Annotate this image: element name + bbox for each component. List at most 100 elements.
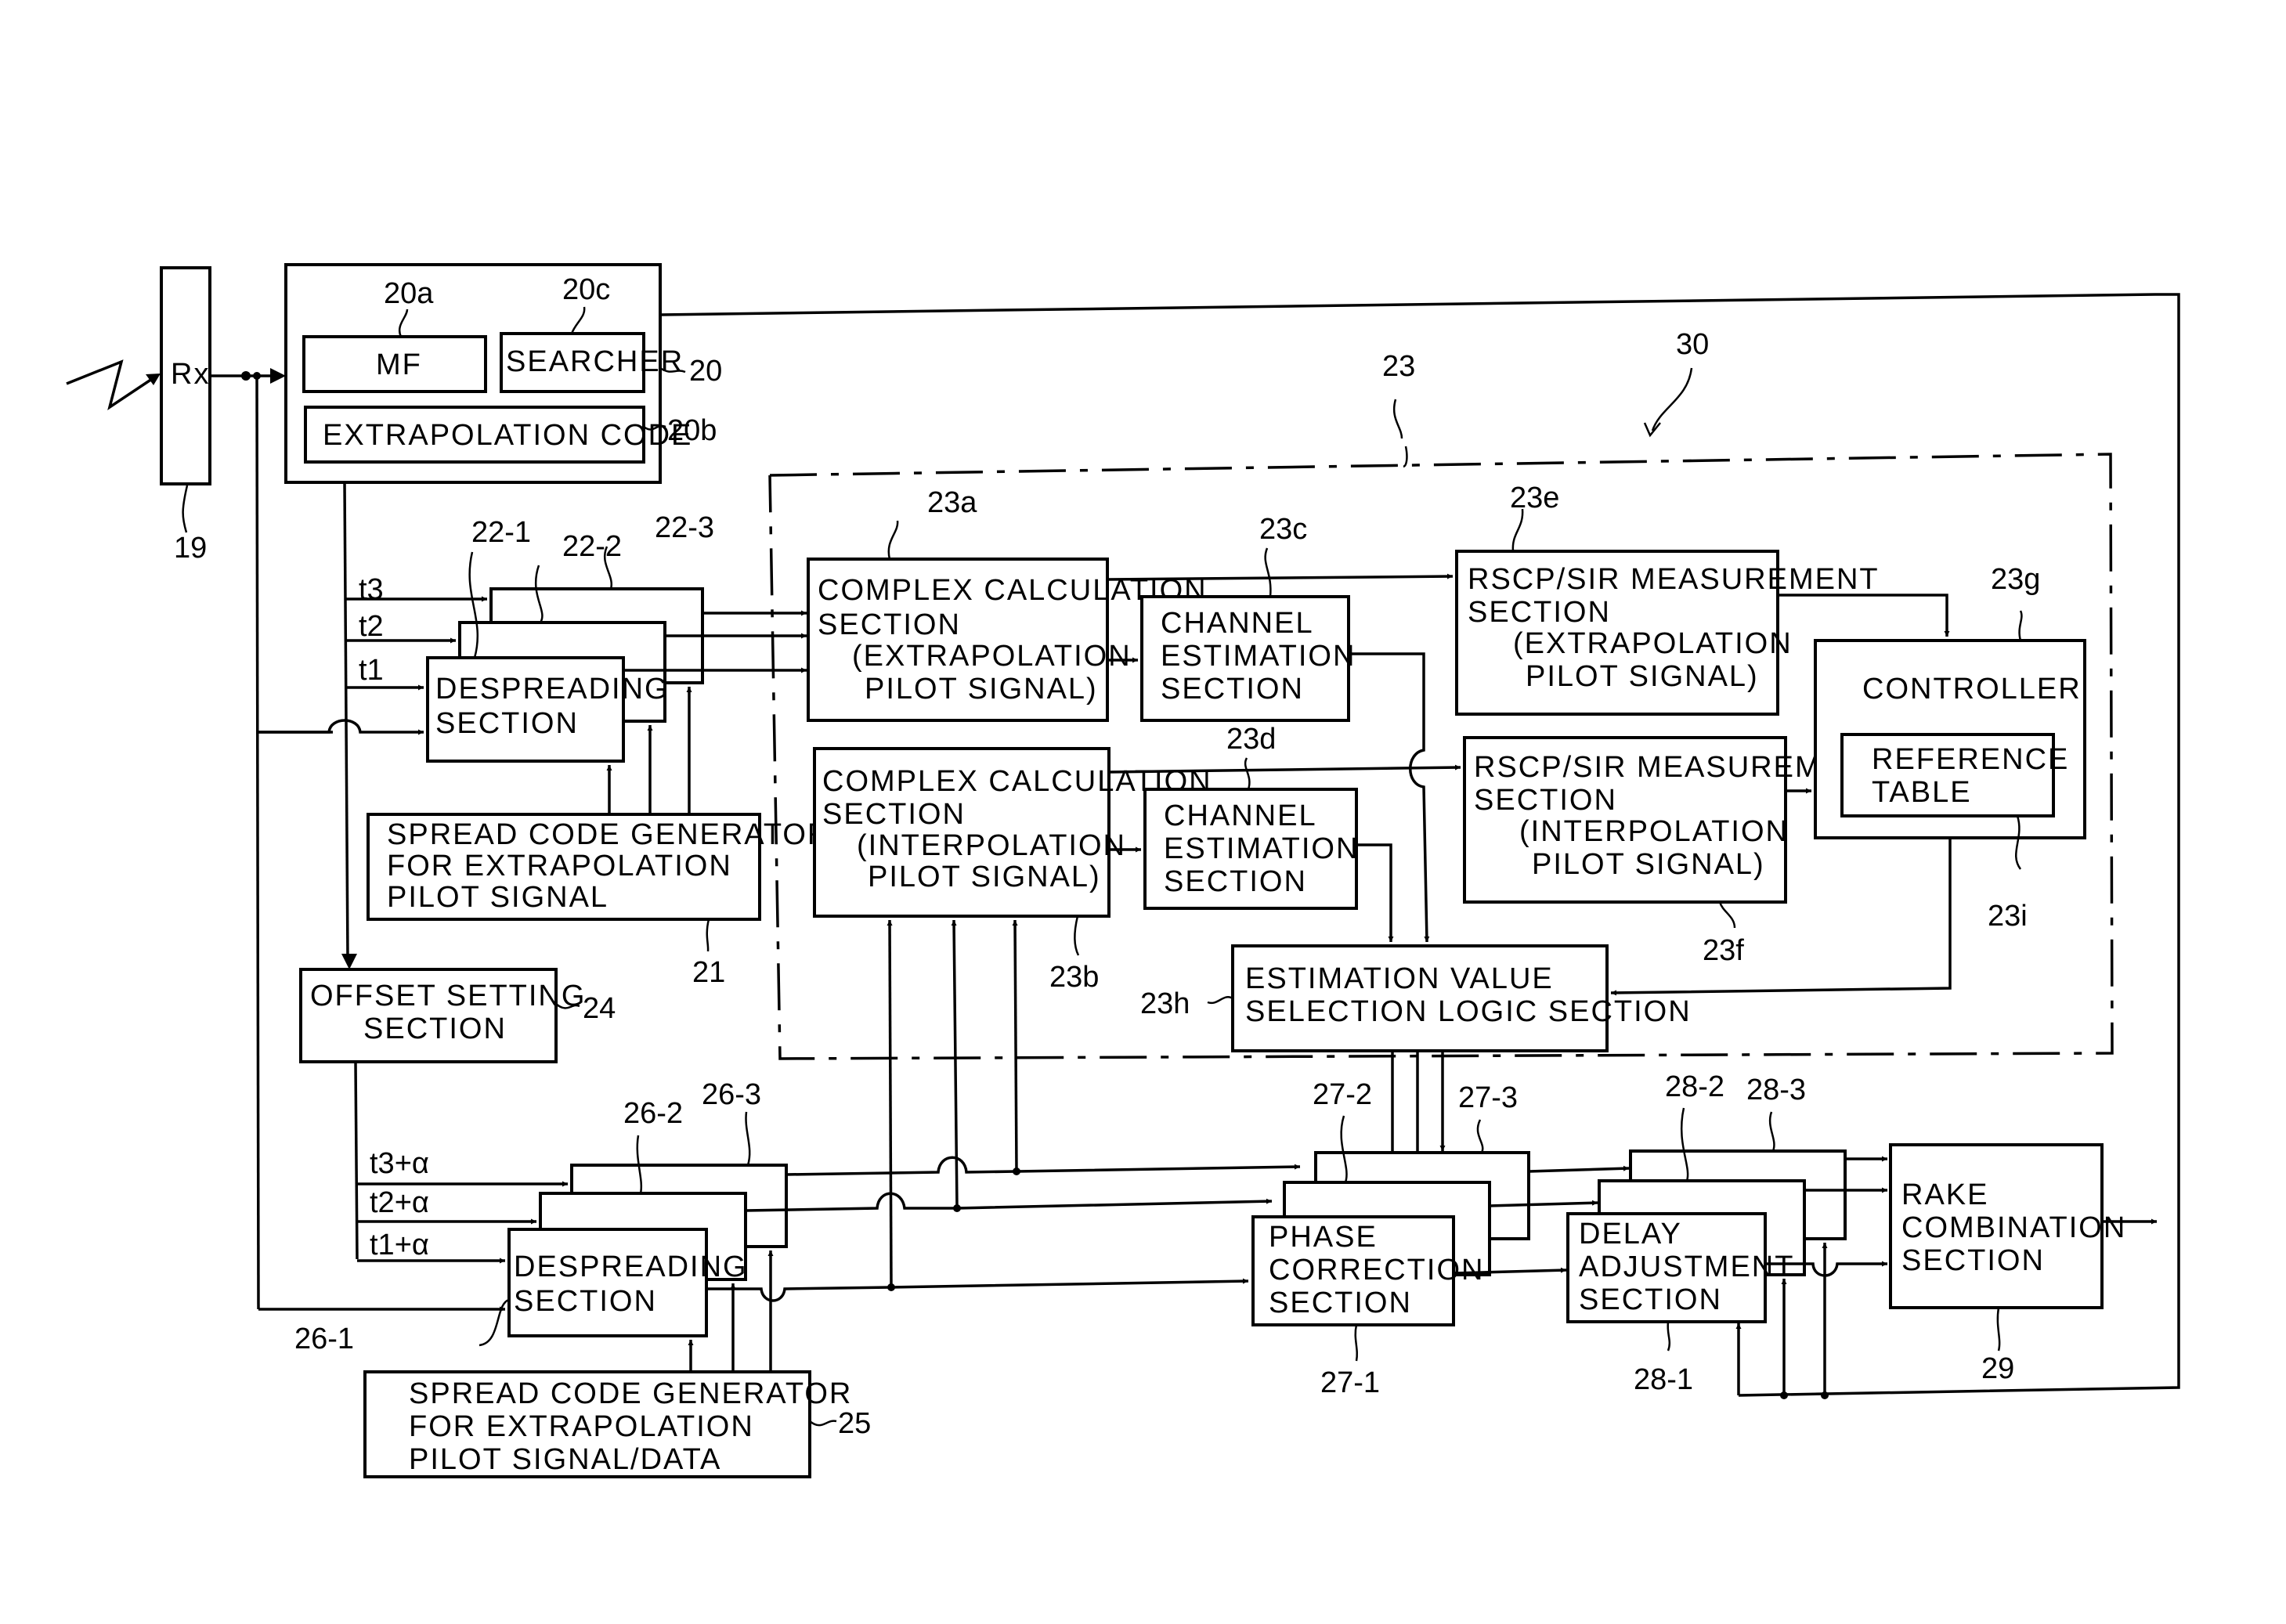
scg25-line1: SPREAD CODE GENERATOR — [409, 1377, 852, 1410]
ref-23: 23 — [1382, 350, 1415, 383]
ref-30: 30 — [1676, 328, 1709, 361]
ref-23i: 23i — [1988, 900, 2028, 933]
ref-20a: 20a — [384, 277, 434, 310]
spread-code-generator-25: SPREAD CODE GENERATOR FOR EXTRAPOLATION … — [363, 1370, 871, 1478]
signal-t2-alpha: t2+α — [370, 1186, 429, 1219]
ref-25: 25 — [838, 1407, 871, 1440]
ref-23d: 23d — [1226, 723, 1276, 756]
reftable-line1: REFERENCE — [1872, 743, 2069, 776]
scg25-line3: PILOT SIGNAL/DATA — [409, 1443, 721, 1476]
block-20: MF 20a SEARCHER 20c EXTRAPOLATION CODE 2… — [284, 263, 722, 484]
ref-24: 24 — [583, 992, 616, 1025]
channel-estimation-23d: CHANNEL ESTIMATION SECTION 23d — [1143, 723, 1359, 910]
ref-21: 21 — [692, 956, 725, 989]
controller-label: CONTROLLER — [1862, 673, 2082, 706]
ref-26-1: 26-1 — [294, 1323, 354, 1355]
delay-adjustment-stack: DELAY ADJUSTMENT SECTION 28-1 28-2 28-3 — [1566, 1070, 1847, 1396]
cc-inter-line3: (INTERPOLATION — [857, 829, 1126, 862]
offset-setting-section: OFFSET SETTING SECTION 24 — [299, 968, 616, 1063]
rake-line3: SECTION — [1901, 1244, 2045, 1277]
evsl-line2: SELECTION LOGIC SECTION — [1245, 995, 1692, 1028]
evsl-line1: ESTIMATION VALUE — [1245, 962, 1554, 995]
ce-d-line3: SECTION — [1164, 865, 1307, 898]
signal-t1: t1 — [359, 654, 384, 687]
rscp-f-line2: SECTION — [1474, 784, 1617, 817]
ref-27-1: 27-1 — [1320, 1366, 1380, 1399]
ref-20b: 20b — [667, 414, 717, 447]
ref-23f: 23f — [1703, 934, 1744, 967]
scg21-line1: SPREAD CODE GENERATOR — [387, 818, 830, 851]
estimation-value-selection-logic: ESTIMATION VALUE SELECTION LOGIC SECTION… — [1140, 944, 1692, 1052]
cc-extra-line4: PILOT SIGNAL) — [865, 673, 1098, 706]
ref-29: 29 — [1981, 1352, 2014, 1385]
rake-line2: COMBINATION — [1901, 1211, 2126, 1244]
ce-c-line1: CHANNEL — [1161, 607, 1314, 640]
rscp-e-line4: PILOT SIGNAL) — [1526, 660, 1759, 693]
spread-code-generator-21: SPREAD CODE GENERATOR FOR EXTRAPOLATION … — [367, 813, 830, 989]
offset-line2: SECTION — [363, 1012, 507, 1045]
rscp-f-line4: PILOT SIGNAL) — [1532, 848, 1765, 881]
signal-t3: t3 — [359, 573, 384, 606]
scg25-line2: FOR EXTRAPOLATION — [409, 1410, 754, 1443]
ref-19: 19 — [174, 532, 207, 565]
block-diagram: marker path { fill:#000; } Rx 19 MF 20a … — [66, 263, 2180, 1478]
ref-20c: 20c — [562, 273, 610, 306]
signal-t2: t2 — [359, 610, 384, 643]
ref-22-2: 22-2 — [562, 530, 622, 563]
rx-label: Rx — [171, 358, 210, 391]
despreading-26-stack: DESPREADING SECTION 26-1 26-2 26-3 — [294, 1078, 788, 1355]
rake-combination-section: RAKE COMBINATION SECTION 29 — [1889, 1143, 2126, 1385]
rscp-e-line2: SECTION — [1468, 596, 1611, 629]
da-line1: DELAY — [1579, 1218, 1682, 1250]
ref-26-2: 26-2 — [623, 1097, 683, 1130]
pc-line2: CORRECTION — [1269, 1254, 1484, 1287]
ref-30-arrow — [1651, 367, 1693, 431]
ref-28-3: 28-3 — [1746, 1074, 1806, 1106]
ref-27-3: 27-3 — [1458, 1081, 1518, 1114]
cc-inter-line2: SECTION — [822, 798, 966, 831]
extrapolation-code-label: EXTRAPOLATION CODE — [323, 419, 692, 452]
cc-extra-line3: (EXTRAPOLATION — [852, 640, 1132, 673]
rscp-f-line3: (INTERPOLATION — [1519, 815, 1789, 848]
reftable-line2: TABLE — [1872, 776, 1972, 809]
despreading-26-line1: DESPREADING — [514, 1250, 748, 1283]
despreading-22-line1: DESPREADING — [435, 673, 670, 706]
ref-20: 20 — [689, 355, 722, 388]
mf-label: MF — [376, 348, 422, 381]
rake-line1: RAKE — [1901, 1178, 1988, 1211]
channel-estimation-23c: CHANNEL ESTIMATION SECTION 23c — [1140, 513, 1356, 722]
ref-22-1: 22-1 — [471, 516, 531, 549]
ref-23g: 23g — [1991, 563, 2040, 596]
cc-extra-line2: SECTION — [818, 608, 961, 641]
searcher-label: SEARCHER — [506, 345, 684, 378]
despreading-26-line2: SECTION — [514, 1285, 657, 1318]
signal-t1-alpha: t1+α — [370, 1229, 429, 1261]
pc-line3: SECTION — [1269, 1287, 1412, 1319]
antenna-signal-icon — [66, 359, 161, 410]
phase-correction-stack: PHASE CORRECTION SECTION 27-1 27-2 27-3 — [1251, 1078, 1530, 1399]
ce-c-line3: SECTION — [1161, 673, 1304, 706]
da-line3: SECTION — [1579, 1283, 1722, 1316]
ref-23h: 23h — [1140, 987, 1190, 1020]
ref-22-3: 22-3 — [655, 511, 714, 544]
scg21-line2: FOR EXTRAPOLATION — [387, 850, 732, 882]
ref-23a: 23a — [927, 486, 977, 519]
ref-28-1: 28-1 — [1634, 1363, 1693, 1396]
ce-d-line2: ESTIMATION — [1164, 832, 1359, 865]
ref-23e: 23e — [1510, 482, 1559, 514]
scg21-line3: PILOT SIGNAL — [387, 881, 609, 914]
rscp-e-line1: RSCP/SIR MEASUREMENT — [1468, 563, 1880, 596]
cc-inter-line4: PILOT SIGNAL) — [868, 861, 1101, 893]
signal-t3-alpha: t3+α — [370, 1147, 429, 1180]
ce-d-line1: CHANNEL — [1164, 799, 1317, 832]
ref-28-2: 28-2 — [1665, 1070, 1724, 1103]
offset-line1: OFFSET SETTING — [310, 980, 586, 1012]
ce-c-line2: ESTIMATION — [1161, 640, 1356, 673]
ref-27-2: 27-2 — [1313, 1078, 1372, 1111]
ref-23c: 23c — [1259, 513, 1307, 546]
despreading-22-line2: SECTION — [435, 707, 579, 740]
da-line2: ADJUSTMENT — [1579, 1250, 1794, 1283]
ref-23b: 23b — [1049, 961, 1099, 994]
pc-line1: PHASE — [1269, 1221, 1378, 1254]
rscp-e-line3: (EXTRAPOLATION — [1513, 627, 1793, 660]
